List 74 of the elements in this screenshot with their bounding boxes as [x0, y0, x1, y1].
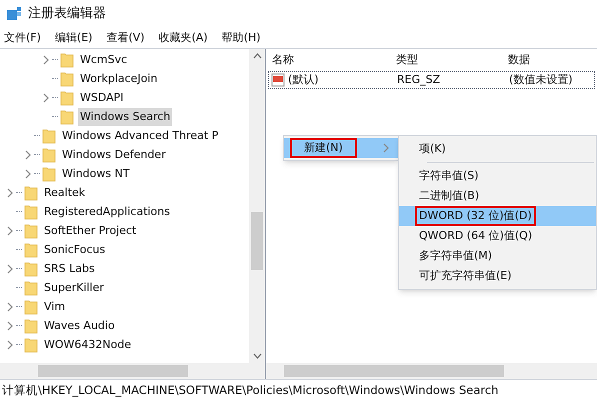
chevron-right-icon[interactable] — [42, 92, 50, 102]
tree-item[interactable]: Windows Defender — [60, 146, 168, 164]
tree-item[interactable]: WorkplaceJoin — [78, 70, 160, 88]
folder-icon — [24, 184, 38, 200]
chevron-right-icon[interactable] — [6, 226, 14, 236]
menu-item[interactable]: 帮助(H) — [222, 30, 261, 46]
value-type: REG_SZ — [396, 72, 442, 88]
menu-item[interactable]: 字符串值(S) — [399, 166, 596, 186]
folder-icon — [42, 146, 56, 162]
menu-item[interactable]: 可扩充字符串值(E) — [399, 266, 596, 286]
vertical-scrollbar[interactable] — [249, 49, 265, 363]
chevron-right-icon[interactable] — [382, 143, 390, 153]
folder-icon — [42, 128, 56, 144]
chevron-right-icon[interactable] — [42, 54, 50, 64]
horizontal-scrollbar[interactable] — [266, 363, 597, 379]
folder-icon — [42, 166, 56, 182]
chevron-right-icon[interactable] — [6, 320, 14, 330]
horizontal-scrollbar[interactable] — [0, 363, 265, 379]
folder-icon — [24, 222, 38, 238]
chevron-right-icon[interactable] — [6, 340, 14, 350]
string-value-icon — [271, 73, 285, 87]
menu-item[interactable]: 文件(F) — [4, 30, 41, 46]
value-name: (默认) — [288, 72, 319, 88]
folder-icon — [24, 280, 38, 296]
chevron-right-icon[interactable] — [6, 264, 14, 274]
tree-item[interactable]: Windows Advanced Threat P — [60, 126, 220, 144]
column-header[interactable]: 名称 — [266, 52, 390, 68]
folder-icon — [24, 298, 38, 314]
folder-icon — [24, 242, 38, 258]
menu-item[interactable]: 新建(N) — [284, 138, 398, 158]
registry-app-icon — [6, 6, 22, 22]
column-header[interactable]: 类型 — [390, 52, 502, 68]
value-data: (数值未设置) — [508, 72, 574, 88]
tree-item[interactable]: WcmSvc — [78, 50, 130, 68]
folder-icon — [24, 260, 38, 276]
scrollbar-thumb[interactable] — [251, 212, 263, 270]
chevron-right-icon[interactable] — [6, 188, 14, 198]
folder-icon — [60, 52, 74, 68]
tree-item[interactable]: WOW6432Node — [42, 336, 134, 354]
tree-item[interactable]: SuperKiller — [42, 278, 106, 296]
folder-icon — [60, 70, 74, 86]
chevron-right-icon[interactable] — [6, 302, 14, 312]
tree-item[interactable]: SRS Labs — [42, 260, 97, 278]
menu-item[interactable]: DWORD (32 位)值(D) — [399, 206, 596, 226]
scrollbar-thumb[interactable] — [284, 365, 504, 377]
folder-icon — [60, 108, 74, 124]
folder-icon — [60, 90, 74, 106]
menu-item[interactable]: 编辑(E) — [54, 30, 92, 46]
menu-item[interactable]: 多字符串值(M) — [399, 246, 596, 266]
menu-item[interactable]: 项(K) — [399, 139, 596, 159]
scroll-down-icon[interactable] — [252, 353, 262, 359]
folder-icon — [24, 318, 38, 334]
menu-item[interactable]: 二进制值(B) — [399, 186, 596, 206]
menu-item[interactable]: QWORD (64 位)值(Q) — [399, 226, 596, 246]
menu-item[interactable]: 查看(V) — [106, 30, 145, 46]
tree-item[interactable]: Waves Audio — [42, 316, 117, 334]
chevron-right-icon[interactable] — [24, 150, 32, 160]
tree-item[interactable]: SoftEther Project — [42, 222, 138, 240]
tree-item[interactable]: RegisteredApplications — [42, 202, 172, 220]
tree-item[interactable]: Vim — [42, 298, 68, 316]
scrollbar-thumb[interactable] — [38, 365, 188, 377]
status-path: 计算机\HKEY_LOCAL_MACHINE\SOFTWARE\Policies\Microsoft\Windows\Windows Search — [2, 382, 498, 399]
tree-item[interactable]: WSDAPI — [78, 88, 126, 106]
tree-item[interactable]: SonicFocus — [42, 240, 108, 258]
chevron-right-icon[interactable] — [24, 168, 32, 178]
tree-item[interactable]: Windows NT — [60, 164, 132, 182]
tree-item[interactable]: Realtek — [42, 184, 88, 202]
menu-item[interactable]: 收藏夹(A) — [158, 30, 208, 46]
window-title: 注册表编辑器 — [28, 5, 106, 24]
tree-item[interactable]: Windows Search — [78, 108, 172, 126]
scroll-up-icon[interactable] — [252, 53, 262, 59]
folder-icon — [24, 204, 38, 220]
folder-icon — [24, 336, 38, 352]
column-header[interactable]: 数据 — [502, 52, 597, 68]
